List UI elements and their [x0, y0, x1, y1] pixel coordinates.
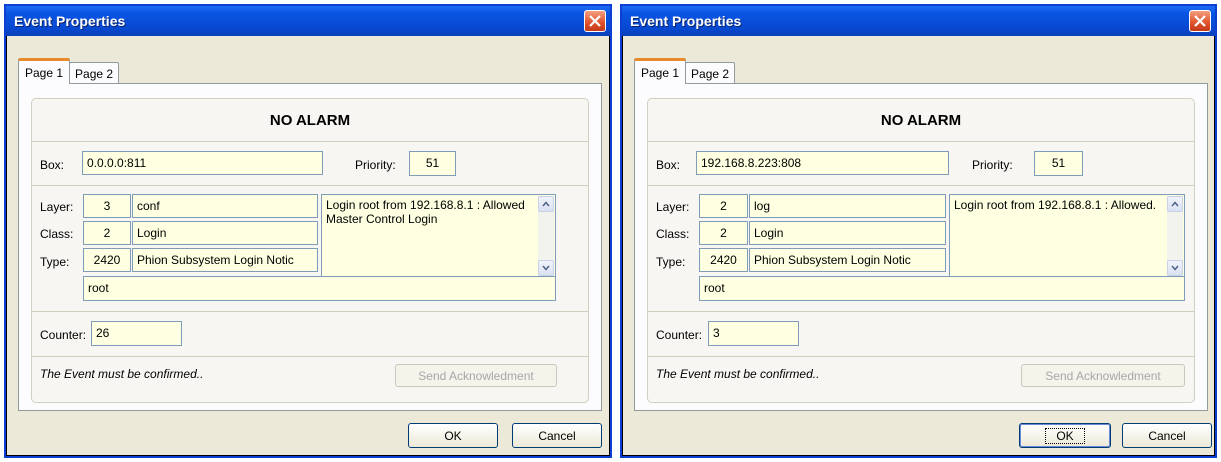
class-name-field[interactable]: Login [749, 221, 946, 245]
type-label: Type: [40, 255, 70, 269]
layer-number-field[interactable]: 3 [83, 194, 131, 218]
priority-field[interactable]: 51 [409, 151, 456, 176]
tab-panel: NO ALARM Box: 192.168.8.223:808 Priority… [634, 83, 1208, 411]
event-properties-dialog: Event Properties Page 1 Page 2 NO ALARM … [4, 4, 612, 458]
priority-label: Priority: [972, 158, 1013, 172]
divider [648, 311, 1194, 312]
type-name-field[interactable]: Phion Subsystem Login Notic [132, 248, 318, 272]
ok-button-label: OK [1045, 427, 1085, 444]
counter-label: Counter: [40, 328, 87, 342]
divider [32, 185, 588, 186]
chevron-up-icon [1171, 201, 1179, 207]
layer-name-field[interactable]: log [749, 194, 946, 218]
priority-label: Priority: [355, 158, 396, 172]
box-field[interactable]: 0.0.0.0:811 [82, 151, 323, 175]
chevron-up-icon [542, 201, 550, 207]
tab-page-1[interactable]: Page 1 [18, 58, 71, 84]
user-field[interactable]: root [83, 276, 556, 301]
send-acknowledgment-button[interactable]: Send Acknowledment [1021, 364, 1185, 387]
scroll-down-button[interactable] [1167, 260, 1183, 276]
ok-button[interactable]: OK [408, 423, 498, 448]
scroll-up-button[interactable] [538, 196, 554, 212]
class-number-field[interactable]: 2 [699, 221, 748, 245]
close-icon [1194, 15, 1206, 27]
counter-field[interactable]: 3 [708, 321, 799, 346]
tab-page-1[interactable]: Page 1 [634, 58, 687, 84]
cancel-button[interactable]: Cancel [512, 423, 602, 448]
title-bar[interactable]: Event Properties [6, 6, 610, 36]
dialog-title: Event Properties [630, 13, 742, 29]
dialog-title: Event Properties [14, 13, 126, 29]
message-scrollbar[interactable] [538, 196, 554, 276]
divider [32, 141, 588, 142]
user-field[interactable]: root [699, 276, 1185, 301]
counter-label: Counter: [656, 328, 703, 342]
tab-strip: Page 1 Page 2 [18, 58, 120, 84]
type-number-field[interactable]: 2420 [83, 248, 131, 272]
event-properties-dialog: Event Properties Page 1 Page 2 NO ALARM … [620, 4, 1217, 458]
tab-strip: Page 1 Page 2 [634, 58, 736, 84]
divider [648, 141, 1194, 142]
tab-panel: NO ALARM Box: 0.0.0.0:811 Priority: 51 L… [18, 83, 602, 411]
alarm-status: NO ALARM [269, 111, 351, 129]
message-text: Login root from 192.168.8.1 : Allowed. [954, 198, 1157, 212]
divider [648, 356, 1194, 357]
cancel-button[interactable]: Cancel [1122, 423, 1212, 448]
send-acknowledgment-button[interactable]: Send Acknowledment [395, 364, 557, 387]
class-number-field[interactable]: 2 [83, 221, 131, 245]
tab-page-2[interactable]: Page 2 [69, 62, 120, 84]
layer-label: Layer: [656, 200, 690, 214]
message-textarea[interactable]: Login root from 192.168.8.1 : Allowed. [949, 194, 1185, 278]
event-group: NO ALARM Box: 192.168.8.223:808 Priority… [647, 98, 1195, 403]
box-label: Box: [656, 158, 681, 172]
divider [648, 185, 1194, 186]
class-label: Class: [40, 227, 74, 241]
type-number-field[interactable]: 2420 [699, 248, 748, 272]
ok-button[interactable]: OK [1019, 423, 1111, 448]
chevron-down-icon [1171, 265, 1179, 271]
class-name-field[interactable]: Login [132, 221, 318, 245]
event-group: NO ALARM Box: 0.0.0.0:811 Priority: 51 L… [31, 98, 589, 403]
divider [32, 311, 588, 312]
alarm-status: NO ALARM [880, 111, 962, 129]
title-bar[interactable]: Event Properties [622, 6, 1215, 36]
divider [32, 356, 588, 357]
layer-name-field[interactable]: conf [132, 194, 318, 218]
message-text: Login root from 192.168.8.1 : Allowed Ma… [326, 198, 525, 226]
layer-number-field[interactable]: 2 [699, 194, 748, 218]
class-label: Class: [656, 227, 690, 241]
counter-field[interactable]: 26 [91, 321, 182, 346]
type-label: Type: [656, 255, 686, 269]
chevron-down-icon [542, 265, 550, 271]
message-textarea[interactable]: Login root from 192.168.8.1 : Allowed Ma… [321, 194, 556, 278]
priority-field[interactable]: 51 [1034, 151, 1083, 176]
confirm-notice: The Event must be confirmed.. [40, 367, 204, 381]
scroll-up-button[interactable] [1167, 196, 1183, 212]
tab-page-2[interactable]: Page 2 [685, 62, 736, 84]
close-button[interactable] [584, 10, 606, 32]
confirm-notice: The Event must be confirmed.. [656, 367, 820, 381]
message-scrollbar[interactable] [1167, 196, 1183, 276]
box-field[interactable]: 192.168.8.223:808 [696, 151, 949, 175]
close-icon [589, 15, 601, 27]
type-name-field[interactable]: Phion Subsystem Login Notic [749, 248, 946, 272]
scroll-down-button[interactable] [538, 260, 554, 276]
layer-label: Layer: [40, 200, 74, 214]
box-label: Box: [40, 158, 65, 172]
close-button[interactable] [1189, 10, 1211, 32]
